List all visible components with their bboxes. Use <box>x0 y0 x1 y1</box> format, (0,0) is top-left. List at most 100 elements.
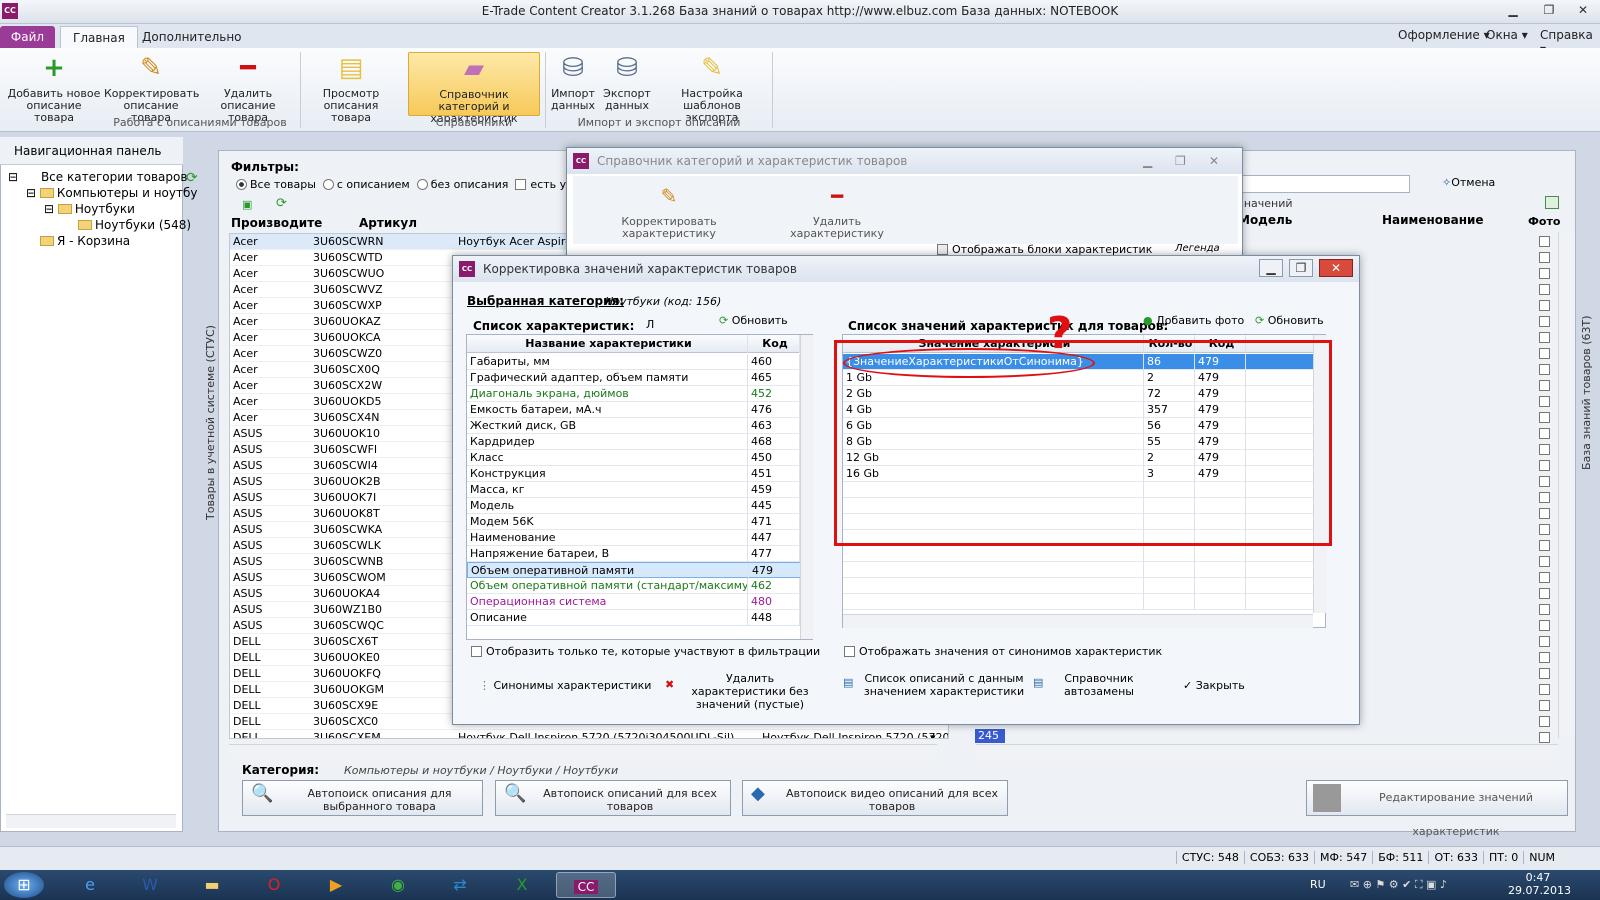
photo-checkbox[interactable] <box>1539 732 1550 743</box>
chrome-icon[interactable]: ◉ <box>376 872 420 898</box>
autoreplace-button[interactable]: ▤ Справочник автозамены <box>1031 672 1149 698</box>
value-row[interactable] <box>843 594 1313 610</box>
restore-icon[interactable]: ❐ <box>1289 259 1313 277</box>
characteristic-row[interactable]: Габариты, мм 460 <box>467 354 801 370</box>
autosearch-video-button[interactable]: ◆ Автопоиск видео описаний для всех товар… <box>742 780 1008 816</box>
categories-reference-button[interactable]: ▰ Справочник категорий и характеристик <box>408 52 540 125</box>
characteristic-row[interactable]: Объем оперативной памяти 479 <box>467 562 801 579</box>
characteristic-row[interactable]: Модем 56K 471 <box>467 514 801 530</box>
export-icon[interactable] <box>1545 196 1559 209</box>
minimize-icon[interactable]: ▁ <box>1259 259 1283 277</box>
photo-checkbox[interactable] <box>1539 316 1550 327</box>
tree-item-notebooks[interactable]: ⊟ Ноутбуки <box>44 202 135 216</box>
close-icon[interactable]: ✕ <box>1319 259 1353 277</box>
descriptions-list-button[interactable]: ▤ Список описаний с данным значением хара… <box>841 672 1029 698</box>
edit-description-button[interactable]: ✎ Корректировать описание товара <box>104 52 199 124</box>
photo-checkbox[interactable] <box>1539 636 1550 647</box>
characteristic-row[interactable]: Кардридер 468 <box>467 434 801 450</box>
refresh-characteristics-button[interactable]: ⟳ Обновить <box>719 314 788 327</box>
close-icon[interactable]: ✕ <box>1209 148 1219 174</box>
close-button[interactable]: ✓ Закрыть <box>1183 679 1245 692</box>
photo-checkbox[interactable] <box>1539 572 1550 583</box>
photo-checkbox[interactable] <box>1539 300 1550 311</box>
menu-appearance[interactable]: Оформление ▾ <box>1398 28 1490 42</box>
add-photo-button[interactable]: ● Добавить фото <box>1143 314 1244 327</box>
import-data-button[interactable]: ⛁ Импорт данных <box>548 52 598 112</box>
opera-icon[interactable]: O <box>252 872 296 898</box>
edit-characteristic-button[interactable]: ✎ Корректировать характеристику <box>579 180 759 240</box>
minimize-icon[interactable]: ▁ <box>1143 148 1152 174</box>
search-input[interactable] <box>1238 175 1410 193</box>
etrade-taskbar-button[interactable]: CC <box>556 872 616 898</box>
teamviewer-icon[interactable]: ⇄ <box>438 872 482 898</box>
photo-checkbox[interactable] <box>1539 412 1550 423</box>
synonyms-button[interactable]: ⋮ Синонимы характеристики <box>479 679 651 692</box>
export-icon[interactable]: ▣ <box>242 198 252 211</box>
characteristic-row[interactable]: Модель 445 <box>467 498 801 514</box>
column-article[interactable]: Артикул <box>359 215 417 231</box>
tab-advanced[interactable]: Дополнительно <box>130 26 254 48</box>
photo-checkbox[interactable] <box>1539 492 1550 503</box>
word-icon[interactable]: W <box>128 872 172 898</box>
delete-description-button[interactable]: ━ Удалить описание товара <box>200 52 296 124</box>
explorer-icon[interactable]: ▬ <box>190 872 234 898</box>
right-vertical-tab[interactable]: База знаний товаров (63Т) <box>1580 310 1593 471</box>
characteristic-row[interactable]: Объем оперативной памяти (стандарт/макси… <box>467 578 801 594</box>
start-button[interactable]: ⊞ <box>4 872 44 898</box>
value-row[interactable] <box>843 578 1313 594</box>
clock[interactable]: 0:47 29.07.2013 <box>1508 871 1571 897</box>
refresh-icon[interactable]: ⟳ <box>276 196 287 211</box>
column-photo[interactable]: Фото <box>1528 215 1560 228</box>
grid-horizontal-scrollbar[interactable] <box>229 744 937 758</box>
value-row[interactable] <box>843 562 1313 578</box>
excel-icon[interactable]: X <box>500 872 544 898</box>
photo-checkbox[interactable] <box>1539 700 1550 711</box>
photo-checkbox[interactable] <box>1539 332 1550 343</box>
menu-windows[interactable]: Окна ▾ <box>1486 28 1528 42</box>
photo-checkbox[interactable] <box>1539 268 1550 279</box>
characteristic-row[interactable]: Напряжение батареи, В 477 <box>467 546 801 562</box>
photo-checkbox[interactable] <box>1539 716 1550 727</box>
legend-label[interactable]: Легенда <box>1175 243 1220 254</box>
media-player-icon[interactable]: ▶ <box>314 872 358 898</box>
photo-checkbox[interactable] <box>1539 348 1550 359</box>
photo-checkbox[interactable] <box>1539 284 1550 295</box>
photo-checkbox[interactable] <box>1539 252 1550 263</box>
photo-checkbox[interactable] <box>1539 668 1550 679</box>
characteristic-row[interactable]: Операционная система 480 <box>467 594 801 610</box>
column-model[interactable]: Модель <box>1238 213 1292 227</box>
vertical-tab-label[interactable]: Товары в учетной системе (СТУС) <box>204 320 217 520</box>
minimize-icon[interactable]: ▁ <box>1502 3 1524 19</box>
characteristic-row[interactable]: Класс 450 <box>467 450 801 466</box>
photo-checkbox[interactable] <box>1539 604 1550 615</box>
close-icon[interactable]: ✕ <box>1572 3 1594 19</box>
synonyms-values-checkbox[interactable]: Отображать значения от синонимов характе… <box>844 645 1162 658</box>
autosearch-selected-button[interactable]: 🔍 Автопоиск описания для выбранного товар… <box>242 780 483 816</box>
photo-checkbox[interactable] <box>1539 380 1550 391</box>
restore-icon[interactable]: ❐ <box>1175 148 1186 174</box>
restore-icon[interactable]: ❐ <box>1538 3 1560 19</box>
radio-with-description[interactable]: с описанием <box>322 178 410 191</box>
filter-only-checkbox[interactable]: Отобразить только те, которые участвуют … <box>471 645 820 658</box>
delete-empty-button[interactable]: ✖ Удалить характеристики без значений (пу… <box>665 672 821 711</box>
tray-icons[interactable]: ✉ ⊕ ⚑ ⚙ ✔ ⛶ ▣ ♪ <box>1350 878 1447 892</box>
dropdown-icon[interactable]: ▾ <box>930 730 936 738</box>
photo-checkbox[interactable] <box>1539 508 1550 519</box>
export-data-button[interactable]: ⛁ Экспорт данных <box>602 52 652 112</box>
tree-item-notebooks-548[interactable]: Ноутбуки (548) <box>78 218 191 232</box>
export-templates-button[interactable]: ✎ Настройка шаблонов экспорта <box>656 52 768 124</box>
column-characteristic-name[interactable]: Название характеристики <box>467 335 748 353</box>
tree-item-all[interactable]: ⊟ Все категории товаров <box>8 170 187 184</box>
refresh-icon[interactable]: ⟳ <box>186 170 198 186</box>
photo-checkbox[interactable] <box>1539 364 1550 375</box>
column-name[interactable]: Наименование <box>1382 213 1484 227</box>
values-horizontal-scrollbar[interactable] <box>843 614 1313 628</box>
nav-horizontal-scrollbar[interactable] <box>6 814 176 828</box>
grid-vertical-scrollbar[interactable] <box>1558 232 1572 738</box>
tab-main[interactable]: Главная <box>60 26 138 48</box>
photo-checkbox[interactable] <box>1539 556 1550 567</box>
characteristic-row[interactable]: Описание 448 <box>467 610 801 626</box>
cancel-button[interactable]: ✧Отмена <box>1442 176 1495 189</box>
autosearch-all-button[interactable]: 🔍 Автопоиск описаний для всех товаров <box>495 780 731 816</box>
file-tab[interactable]: Файл <box>0 26 55 48</box>
